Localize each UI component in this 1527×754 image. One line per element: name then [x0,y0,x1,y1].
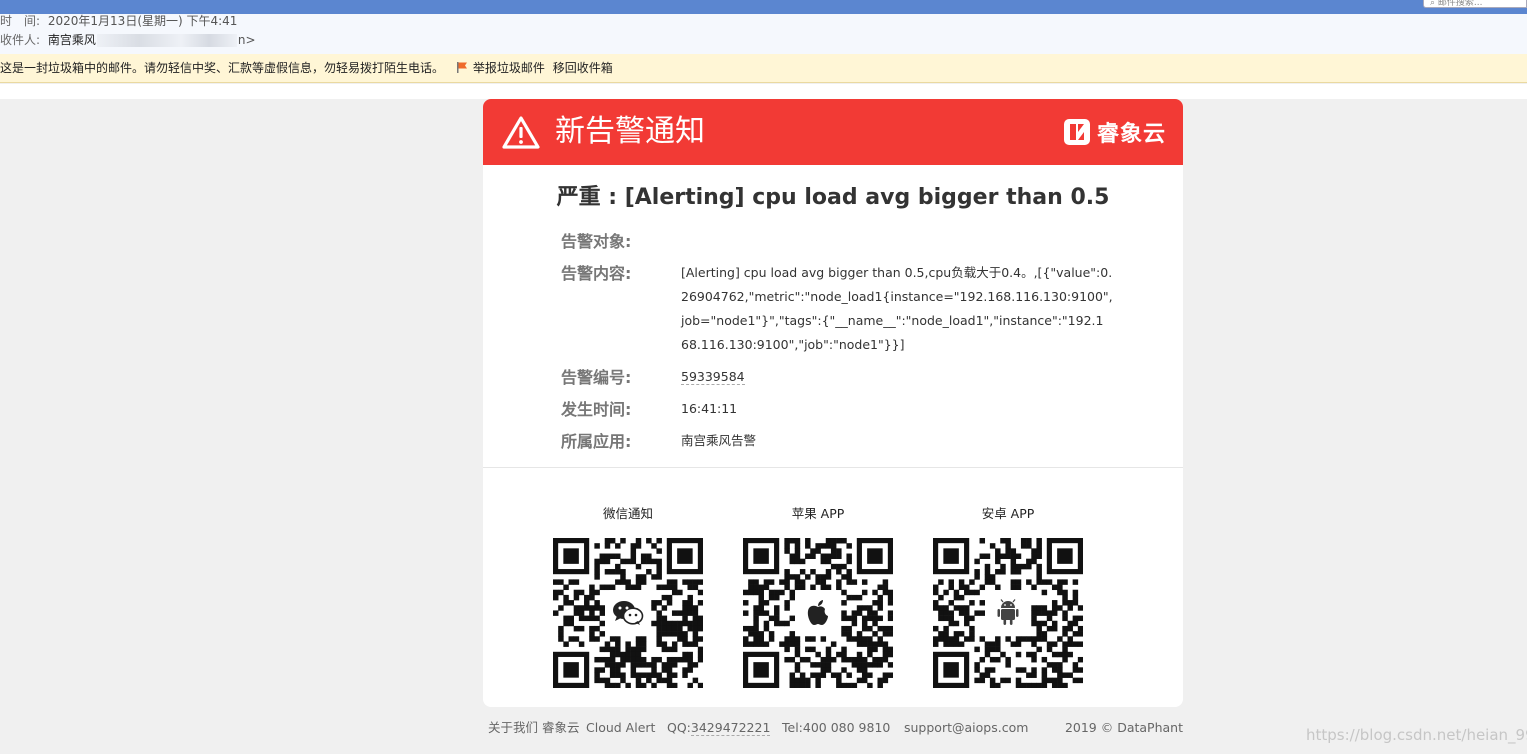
footer-qq: QQ:3429472221 [667,719,771,737]
alert-id-value[interactable]: 59339584 [681,369,745,385]
footer-email-link[interactable]: support@aiops.com [904,719,1028,737]
wechat-icon [613,601,644,625]
recipient-label: 收件人: [0,33,41,47]
alert-app-value: 南宫乘风告警 [681,433,757,448]
recipient-email-tail: n> [237,33,256,47]
qq-label: QQ: [667,720,691,735]
qr-apple: 苹果 APP [743,504,893,688]
spam-warning-text: 这是一封垃圾箱中的邮件。请勿轻信中奖、汇款等虚假信息，勿轻易拨打陌生电话。 [0,61,445,75]
qr-center-badge [605,590,651,636]
mail-search-input[interactable]: ⌕ 邮件搜索... [1423,0,1527,8]
time-label: 时 间: [0,14,41,28]
search-icon: ⌕ [1430,0,1436,8]
object-label: 告警对象: [561,232,632,251]
report-spam-link[interactable]: 举报垃圾邮件 [473,61,545,75]
qr-label-apple: 苹果 APP [791,506,845,521]
recipient-name[interactable]: 南宫乘风 [48,33,96,47]
qr-center-badge [985,590,1031,636]
card-divider [483,467,1183,468]
qr-android: 安卓 APP [933,504,1083,688]
time-label: 发生时间: [561,400,632,419]
move-to-inbox-link[interactable]: 移回收件箱 [553,61,613,75]
android-icon [997,599,1019,625]
app-label: 所属应用: [561,432,632,451]
spam-warning-bar: 这是一封垃圾箱中的邮件。请勿轻信中奖、汇款等虚假信息，勿轻易拨打陌生电话。 举报… [0,54,1527,83]
qq-value[interactable]: 3429472221 [690,720,771,736]
alert-content: [Alerting] cpu load avg bigger than 0.5,… [681,261,1113,357]
footer-product: Cloud Alert [586,720,656,735]
content-line: 68.116.130:9100","job":"node1"}}] [681,337,905,352]
alert-card: 新告警通知 睿象云 严重 : [Alerting] cpu load avg b… [483,99,1183,707]
qr-center-badge [795,590,841,636]
brand-name: 睿象云 [1096,122,1166,147]
alert-time-value: 16:41:11 [681,401,738,416]
id-label: 告警编号: [561,368,632,387]
brand-logo: 睿象云 [1063,116,1166,148]
content-line: 26904762,"metric":"node_load1{instance="… [681,289,1113,304]
qr-code-android[interactable] [933,538,1083,688]
footer-tel: Tel:400 080 9810 [782,720,891,735]
qr-code-apple[interactable] [743,538,893,688]
banner-title: 新告警通知 [555,114,705,149]
card-footer: 关于我们 睿象云 Cloud Alert QQ:3429472221 Tel:4… [488,719,1183,737]
mail-header: 时 间: 2020年1月13日(星期一) 下午4:41 收件人: 南宫乘风 n> [0,14,1527,54]
content-line: job="node1"}","tags":{"__name__":"node_l… [681,313,1104,328]
warning-triangle-icon [502,116,540,149]
mail-recipient-row: 收件人: 南宫乘风 n> [0,32,256,50]
footer-about-link[interactable]: 关于我们 [488,719,538,737]
mail-time-row: 时 间: 2020年1月13日(星期一) 下午4:41 [0,14,237,30]
mail-top-bar: ⌕ 邮件搜索... [0,0,1527,14]
recipient-email-redacted [96,34,237,47]
alert-id-wrap: 59339584 [681,365,745,389]
apple-icon [807,600,828,625]
qr-code-wechat[interactable] [553,538,703,688]
time-value: 2020年1月13日(星期一) 下午4:41 [47,14,238,28]
search-placeholder: 邮件搜索... [1437,0,1483,8]
qr-label-wechat: 微信通知 [602,506,653,521]
header-spacer [0,84,1527,99]
footer-brand[interactable]: 睿象云 [542,719,580,737]
content-label: 告警内容: [561,264,632,283]
blog-watermark: https://blog.csdn.net/heian_99 [1306,726,1527,744]
qr-label-android: 安卓 APP [981,506,1035,521]
brand-logo-icon [1063,119,1090,145]
qr-wechat: 微信通知 [553,504,703,688]
alert-headline: 严重 : [Alerting] cpu load avg bigger than… [556,185,1110,210]
content-line: [Alerting] cpu load avg bigger than 0.5,… [681,265,1113,280]
footer-copyright: 2019 © DataPhant [1064,720,1183,735]
alert-banner: 新告警通知 睿象云 [483,99,1183,165]
report-flag-icon [456,62,467,73]
